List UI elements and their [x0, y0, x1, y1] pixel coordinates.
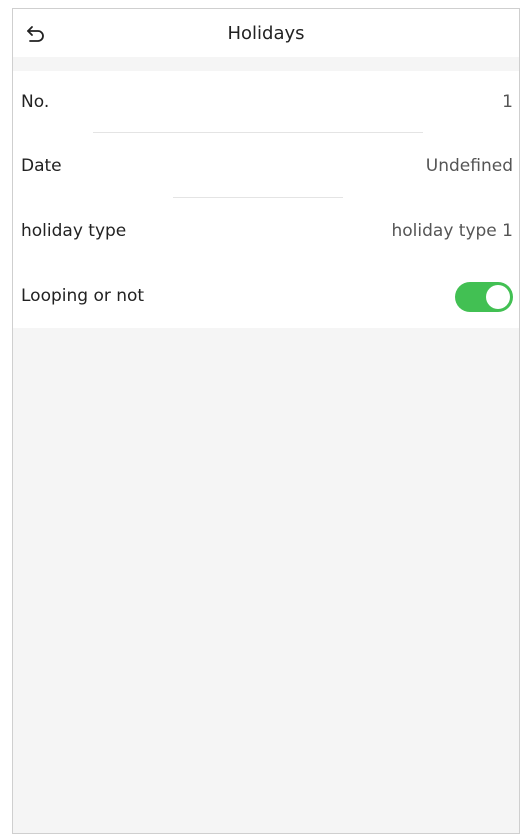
- toggle-knob: [486, 285, 510, 309]
- row-date-label: Date: [21, 155, 62, 176]
- row-date-value: Undefined: [425, 155, 513, 176]
- device-screen: Holidays No. 1 Date Undefined holiday ty…: [12, 8, 520, 834]
- row-number[interactable]: No. 1: [13, 71, 519, 133]
- row-looping-label: Looping or not: [21, 285, 145, 306]
- header-bar: Holidays: [13, 9, 519, 57]
- page-title: Holidays: [227, 23, 305, 44]
- row-holiday-type[interactable]: holiday type holiday type 1: [13, 198, 519, 263]
- row-looping: Looping or not: [13, 263, 519, 328]
- settings-list: No. 1 Date Undefined holiday type holida…: [13, 71, 519, 328]
- row-number-label: No.: [21, 92, 50, 112]
- looping-toggle[interactable]: [455, 282, 513, 312]
- row-date[interactable]: Date Undefined: [13, 133, 519, 198]
- row-holiday-type-label: holiday type: [21, 220, 127, 241]
- row-holiday-type-value: holiday type 1: [391, 220, 514, 241]
- row-number-value: 1: [502, 92, 513, 112]
